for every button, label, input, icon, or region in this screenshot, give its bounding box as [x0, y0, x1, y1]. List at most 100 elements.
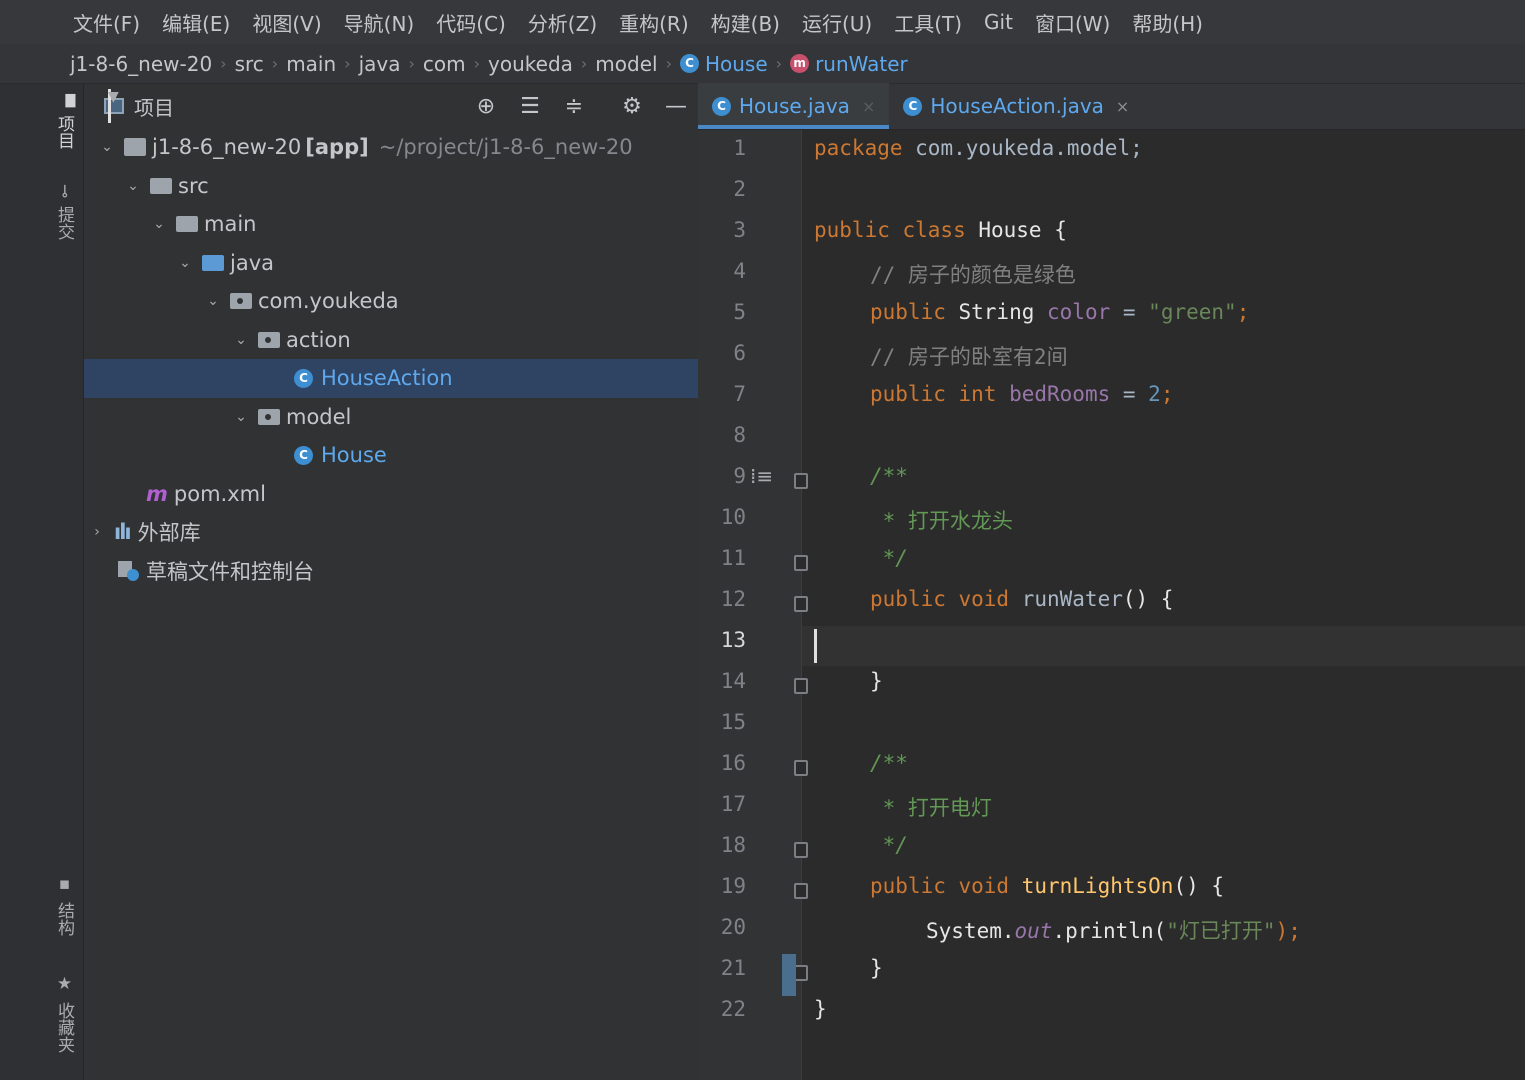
menu-refactor[interactable]: 重构(R): [608, 8, 700, 37]
tab-house-action-java[interactable]: C HouseAction.java ×: [889, 83, 1143, 129]
tree-node-action[interactable]: ⌄ action: [84, 321, 698, 360]
menu-edit[interactable]: 编辑(E): [151, 8, 241, 37]
breadcrumb-src[interactable]: src: [235, 52, 264, 76]
line-number: 16: [720, 751, 746, 775]
close-icon[interactable]: ×: [862, 97, 875, 116]
code-line: public int bedRooms = 2;: [870, 382, 1174, 406]
class-icon: C: [679, 54, 699, 73]
menu-analyze[interactable]: 分析(Z): [517, 8, 608, 37]
tree-node-java[interactable]: ⌄ java: [84, 244, 698, 283]
chevron-down-icon[interactable]: ⌄: [96, 139, 118, 155]
project-panel: 项目 ▼ ⊕ ☰ ≑ ⚙ — ⌄ j1-8-6_new-20 [app] ~/p…: [84, 84, 698, 1080]
render-doc-icon[interactable]: ⁞≡: [750, 464, 773, 488]
close-icon[interactable]: ×: [1116, 97, 1129, 116]
breadcrumb-com[interactable]: com: [423, 52, 466, 76]
tree-node-src[interactable]: ⌄ src: [84, 167, 698, 206]
line-number: 2: [733, 177, 746, 201]
breadcrumb-project[interactable]: j1-8-6_new-20: [70, 52, 212, 76]
code-line: }: [870, 669, 883, 693]
breadcrumb-java[interactable]: java: [359, 52, 401, 76]
menu-run[interactable]: 运行(U): [791, 8, 883, 37]
tree-node-main[interactable]: ⌄ main: [84, 205, 698, 244]
code-line: * 打开电灯: [870, 796, 992, 820]
chevron-down-icon[interactable]: ⌄: [174, 255, 196, 271]
menu-view[interactable]: 视图(V): [241, 8, 332, 37]
tree-label-main: main: [204, 212, 257, 237]
tree-node-scratches[interactable]: 草稿文件和控制台: [84, 552, 698, 591]
vcs-change-marker[interactable]: [782, 954, 796, 996]
line-number: 7: [733, 382, 746, 406]
tree-node-external-libs[interactable]: › ılı 外部库: [84, 513, 698, 552]
line-number-gutter[interactable]: 1 2 3 4 5 6 7 8 9 10 11 12 13 14 15 16 1…: [698, 130, 808, 1080]
tree-node-pom[interactable]: m pom.xml: [84, 475, 698, 514]
code-line: public String color = "green";: [870, 300, 1250, 324]
line-number: 18: [720, 833, 746, 857]
tree-node-house[interactable]: C House: [84, 436, 698, 475]
line-number: 12: [720, 587, 746, 611]
chevron-down-icon[interactable]: ⌄: [202, 293, 224, 309]
structure-tool-button[interactable]: ▪ 结构: [52, 874, 77, 936]
chevron-down-icon[interactable]: ⌄: [148, 216, 170, 232]
menu-help[interactable]: 帮助(H): [1121, 8, 1214, 37]
collapse-all-icon[interactable]: ≑: [562, 94, 586, 119]
text-caret: [814, 629, 817, 663]
menu-build[interactable]: 构建(B): [700, 8, 791, 37]
line-number: 14: [720, 669, 746, 693]
tree-node-model[interactable]: ⌄ model: [84, 398, 698, 437]
menu-code[interactable]: 代码(C): [425, 8, 517, 37]
breadcrumb-method[interactable]: m runWater: [790, 52, 908, 76]
menu-tools[interactable]: 工具(T): [883, 8, 973, 37]
chevron-right-icon: ›: [775, 54, 783, 73]
tree-node-package[interactable]: ⌄ com.youkeda: [84, 282, 698, 321]
code-text[interactable]: package com.youkeda.model; public class …: [802, 130, 1525, 1080]
code-line: /**: [870, 751, 908, 775]
menu-git[interactable]: Git: [973, 10, 1024, 34]
structure-icon: ▪: [54, 874, 75, 894]
locate-icon[interactable]: ⊕: [474, 94, 498, 119]
breadcrumb-class[interactable]: C House: [679, 52, 768, 76]
expand-all-icon[interactable]: ☰: [518, 94, 542, 119]
code-line: */: [870, 833, 908, 857]
commit-tool-button[interactable]: ⊸ 提交: [52, 184, 77, 240]
star-icon: ★: [54, 974, 75, 994]
project-view-selector[interactable]: 项目: [134, 92, 174, 121]
chevron-down-icon[interactable]: ⌄: [230, 332, 252, 348]
line-number: 15: [720, 710, 746, 734]
code-line: // 房子的卧室有2间: [870, 345, 1068, 369]
menu-window[interactable]: 窗口(W): [1024, 8, 1121, 37]
gear-icon[interactable]: ⚙: [620, 94, 644, 119]
breadcrumb-youkeda[interactable]: youkeda: [488, 52, 573, 76]
project-tool-button[interactable]: ▀ 项目: [52, 94, 77, 149]
favorites-tool-button[interactable]: ★ 收藏夹: [52, 974, 77, 1053]
code-line: public void turnLightsOn() {: [870, 874, 1225, 898]
menu-file[interactable]: 文件(F): [62, 8, 151, 37]
editor-tabs: C House.java × C HouseAction.java ×: [698, 83, 1525, 130]
source-folder-icon: [202, 254, 224, 271]
tree-node-module[interactable]: ⌄ j1-8-6_new-20 [app] ~/project/j1-8-6_n…: [84, 128, 698, 167]
tab-house-java[interactable]: C House.java ×: [698, 83, 890, 129]
module-tag: [app]: [305, 135, 369, 160]
tree-node-house-action[interactable]: C HouseAction: [84, 359, 698, 398]
minimize-icon[interactable]: —: [664, 94, 688, 119]
tool-window-strip: ▀ 项目 ⊸ 提交 ▪ 结构 ★ 收藏夹: [0, 84, 84, 1080]
tab-label: House.java: [739, 94, 850, 118]
tree-label-house-action: HouseAction: [321, 366, 453, 391]
code-editor: C House.java × C HouseAction.java × 1 2 …: [698, 83, 1525, 1080]
breadcrumb-model[interactable]: model: [595, 52, 657, 76]
code-line: * 打开水龙头: [870, 509, 1013, 533]
menu-navigate[interactable]: 导航(N): [333, 8, 426, 37]
class-icon: C: [294, 445, 313, 465]
chevron-down-icon[interactable]: ⌄: [230, 409, 252, 425]
class-icon: C: [903, 96, 923, 116]
method-icon: m: [790, 54, 810, 73]
code-area[interactable]: 1 2 3 4 5 6 7 8 9 10 11 12 13 14 15 16 1…: [698, 130, 1525, 1080]
breadcrumb-main[interactable]: main: [286, 52, 336, 76]
current-line-highlight: [802, 626, 1525, 666]
chevron-right-icon: ›: [408, 54, 415, 73]
chevron-down-icon[interactable]: ⌄: [122, 178, 144, 194]
chevron-down-icon[interactable]: ▼: [108, 89, 119, 123]
chevron-right-icon[interactable]: ›: [86, 524, 108, 540]
project-tool-label: 项目: [54, 115, 74, 150]
line-number: 11: [720, 546, 746, 570]
commit-icon: ⊸: [54, 184, 75, 199]
